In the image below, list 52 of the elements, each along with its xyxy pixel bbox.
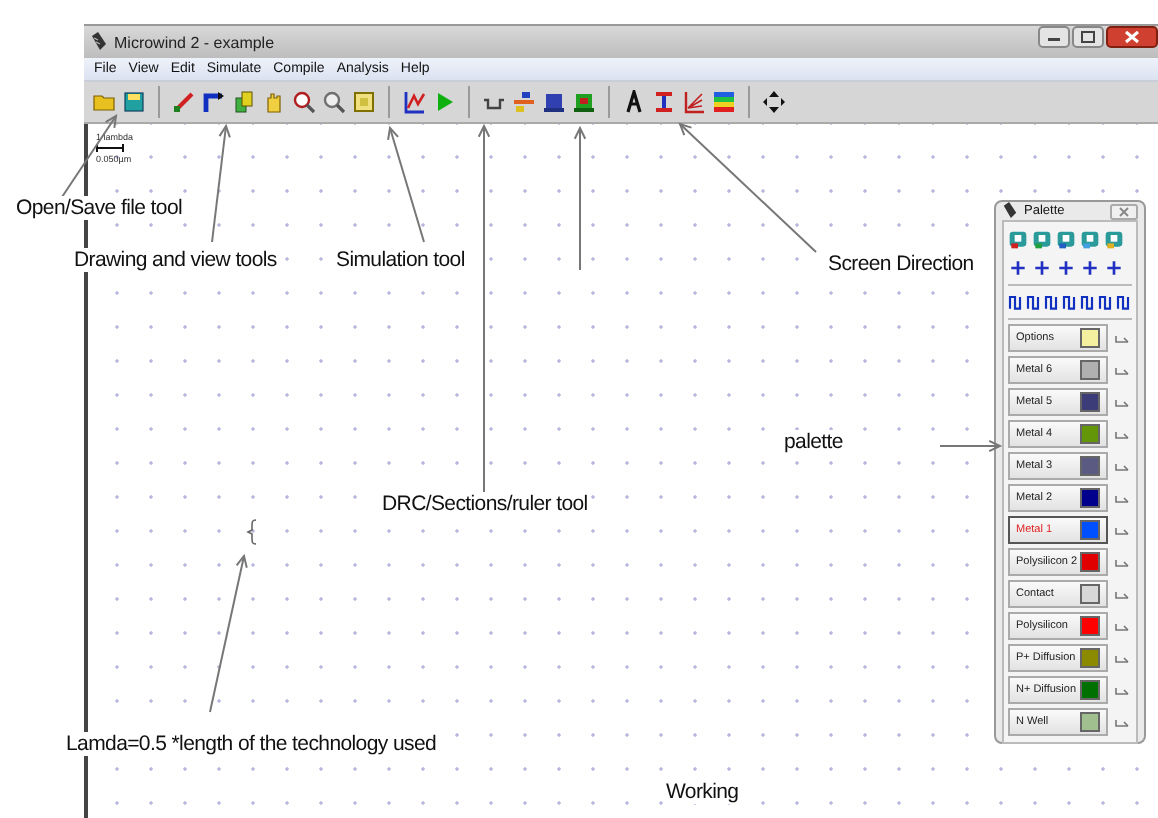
pin-icon[interactable] — [1114, 333, 1130, 343]
minimize-button[interactable] — [1038, 26, 1070, 48]
transistor-icon[interactable] — [1008, 230, 1028, 250]
annotation-label: Lamda=0.5 *length of the technology used — [66, 732, 437, 756]
transistor-icon[interactable] — [1032, 230, 1052, 250]
chart-icon[interactable] — [402, 90, 426, 114]
save-icon[interactable] — [122, 90, 146, 114]
annotation-label: DRC/Sections/ruler tool — [382, 492, 588, 516]
app-icon — [90, 32, 108, 52]
layers-icon[interactable] — [652, 90, 676, 114]
annotation-label: Working — [666, 780, 739, 804]
pin-icon[interactable] — [1114, 461, 1130, 471]
window-title: Microwind 2 - example — [114, 33, 275, 51]
pin-icon[interactable] — [1114, 429, 1130, 439]
scale-bar-icon — [96, 144, 124, 152]
line-icon[interactable] — [172, 90, 196, 114]
annotation-label: Simulation tool — [336, 248, 465, 272]
annotation-arrow — [939, 439, 1003, 453]
chip-icon[interactable] — [572, 90, 596, 114]
annotation-label: Open/Save file tool — [16, 196, 183, 220]
transistor-icon[interactable] — [1056, 230, 1076, 250]
zoom-out-icon[interactable] — [322, 90, 346, 114]
pin-icon[interactable] — [1114, 685, 1130, 695]
pin-icon[interactable] — [1114, 525, 1130, 535]
annotation-arrow — [387, 125, 425, 243]
pin-icon[interactable] — [1114, 653, 1130, 663]
color-bars-icon[interactable] — [712, 90, 736, 114]
fit-icon[interactable] — [352, 90, 376, 114]
text-icon[interactable] — [622, 90, 646, 114]
pin-icon[interactable] — [1114, 717, 1130, 727]
graph-icon[interactable] — [682, 90, 706, 114]
transistor-icon[interactable] — [1104, 230, 1124, 250]
pin-icon[interactable] — [1114, 557, 1130, 567]
pin-icon[interactable] — [1114, 365, 1130, 375]
zoom-in-icon[interactable] — [292, 90, 316, 114]
pin-icon[interactable] — [1114, 621, 1130, 631]
wire-icon[interactable] — [202, 90, 226, 114]
app-icon — [1002, 202, 1018, 220]
chip-icon[interactable] — [542, 90, 566, 114]
annotation-label: Drawing and view tools — [74, 248, 277, 272]
maximize-button[interactable] — [1072, 26, 1104, 48]
direction-arrows-icon[interactable] — [762, 90, 786, 114]
annotation-arrow — [211, 123, 231, 243]
brace-icon — [246, 518, 258, 546]
annotation-label: Screen Direction — [828, 252, 974, 276]
close-button[interactable] — [1106, 26, 1158, 48]
annotation-label: palette — [784, 430, 843, 454]
annotation-arrow — [678, 122, 817, 253]
pin-icon[interactable] — [1114, 589, 1130, 599]
pin-icon[interactable] — [1114, 493, 1130, 503]
pin-icon[interactable] — [1114, 397, 1130, 407]
transistor-icon[interactable] — [1080, 230, 1100, 250]
